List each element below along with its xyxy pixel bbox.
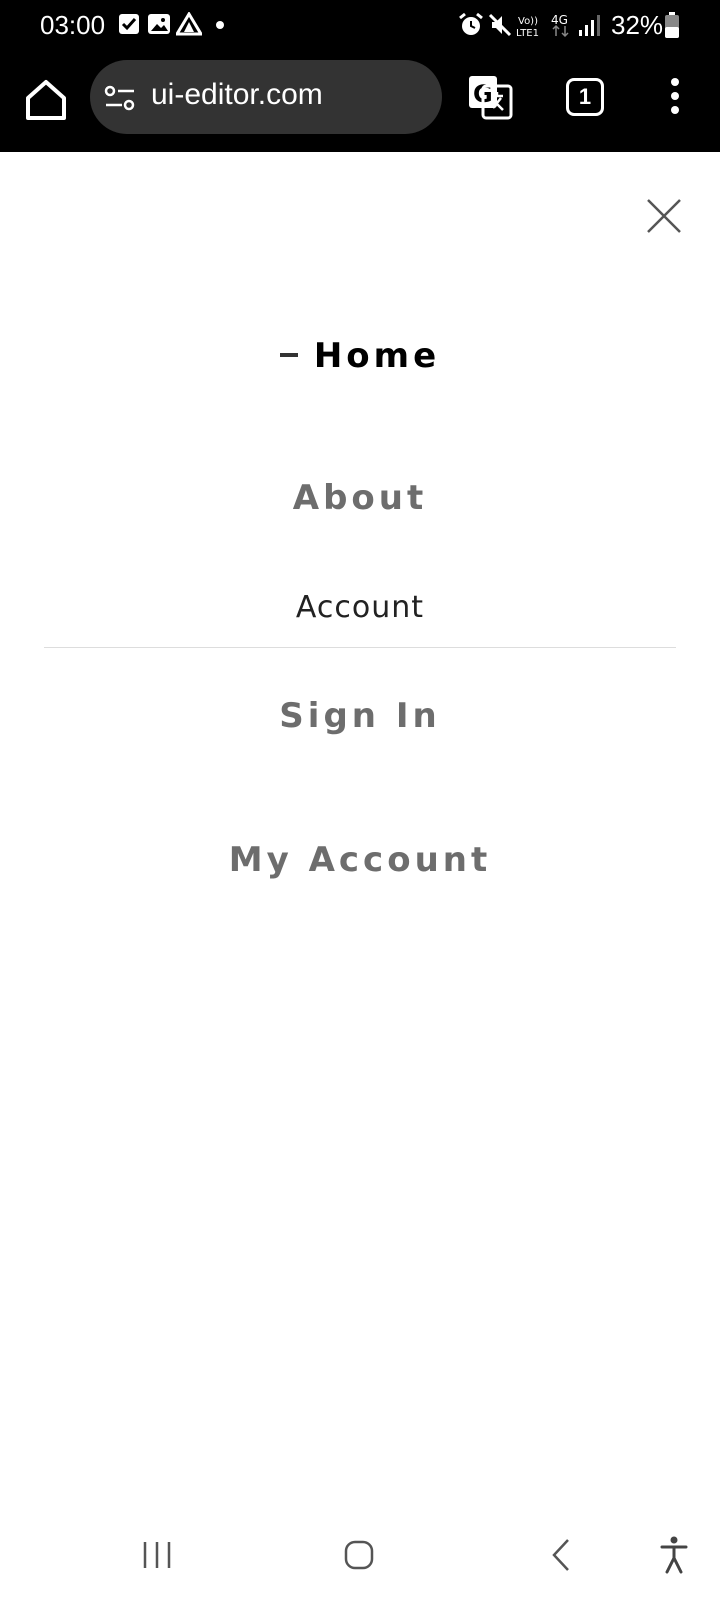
close-icon[interactable]	[644, 196, 684, 236]
home-icon[interactable]	[22, 76, 70, 124]
battery-icon	[665, 12, 679, 38]
address-bar[interactable]: ui-editor.com	[90, 60, 442, 134]
menu-section-account: Account	[295, 590, 425, 625]
divider	[44, 647, 676, 648]
checkbox-icon	[119, 14, 139, 34]
mute-icon	[488, 13, 512, 37]
menu-item-my-account[interactable]: My Account	[0, 840, 720, 880]
back-icon[interactable]	[551, 1538, 571, 1572]
menu-item-sign-in[interactable]: Sign In	[0, 696, 720, 736]
tab-switcher-button[interactable]: 1	[566, 78, 604, 116]
arrow-app-icon	[176, 12, 202, 36]
url-text[interactable]: ui-editor.com	[151, 78, 323, 112]
more-options-icon[interactable]	[660, 74, 690, 118]
gallery-icon	[148, 14, 170, 34]
4g-icon: 4G	[551, 13, 569, 38]
svg-text:4G: 4G	[551, 13, 568, 27]
status-bar: 03:00 Vo)) LTE1 4G 32%	[0, 0, 720, 54]
dot-icon	[216, 21, 224, 29]
browser-toolbar: ui-editor.com G 1	[0, 54, 720, 152]
svg-text:LTE1: LTE1	[516, 28, 539, 38]
volte-icon: Vo)) LTE1	[516, 16, 539, 38]
menu-item-home-label: Home	[313, 336, 441, 376]
home-nav-icon[interactable]	[344, 1540, 374, 1570]
accessibility-icon[interactable]	[660, 1536, 688, 1574]
recents-icon[interactable]	[142, 1540, 172, 1570]
alarm-icon	[459, 12, 483, 35]
status-time: 03:00	[40, 10, 106, 40]
translate-icon[interactable]: G	[467, 74, 513, 120]
system-navigation-bar	[0, 1506, 720, 1600]
menu-item-about[interactable]: About	[0, 478, 720, 518]
active-indicator	[279, 352, 298, 357]
battery-percentage: 32%	[611, 10, 664, 40]
signal-icon	[579, 15, 600, 36]
site-settings-icon[interactable]	[104, 84, 136, 112]
svg-text:Vo)): Vo))	[518, 16, 538, 27]
menu-item-home[interactable]: Home	[0, 336, 720, 376]
